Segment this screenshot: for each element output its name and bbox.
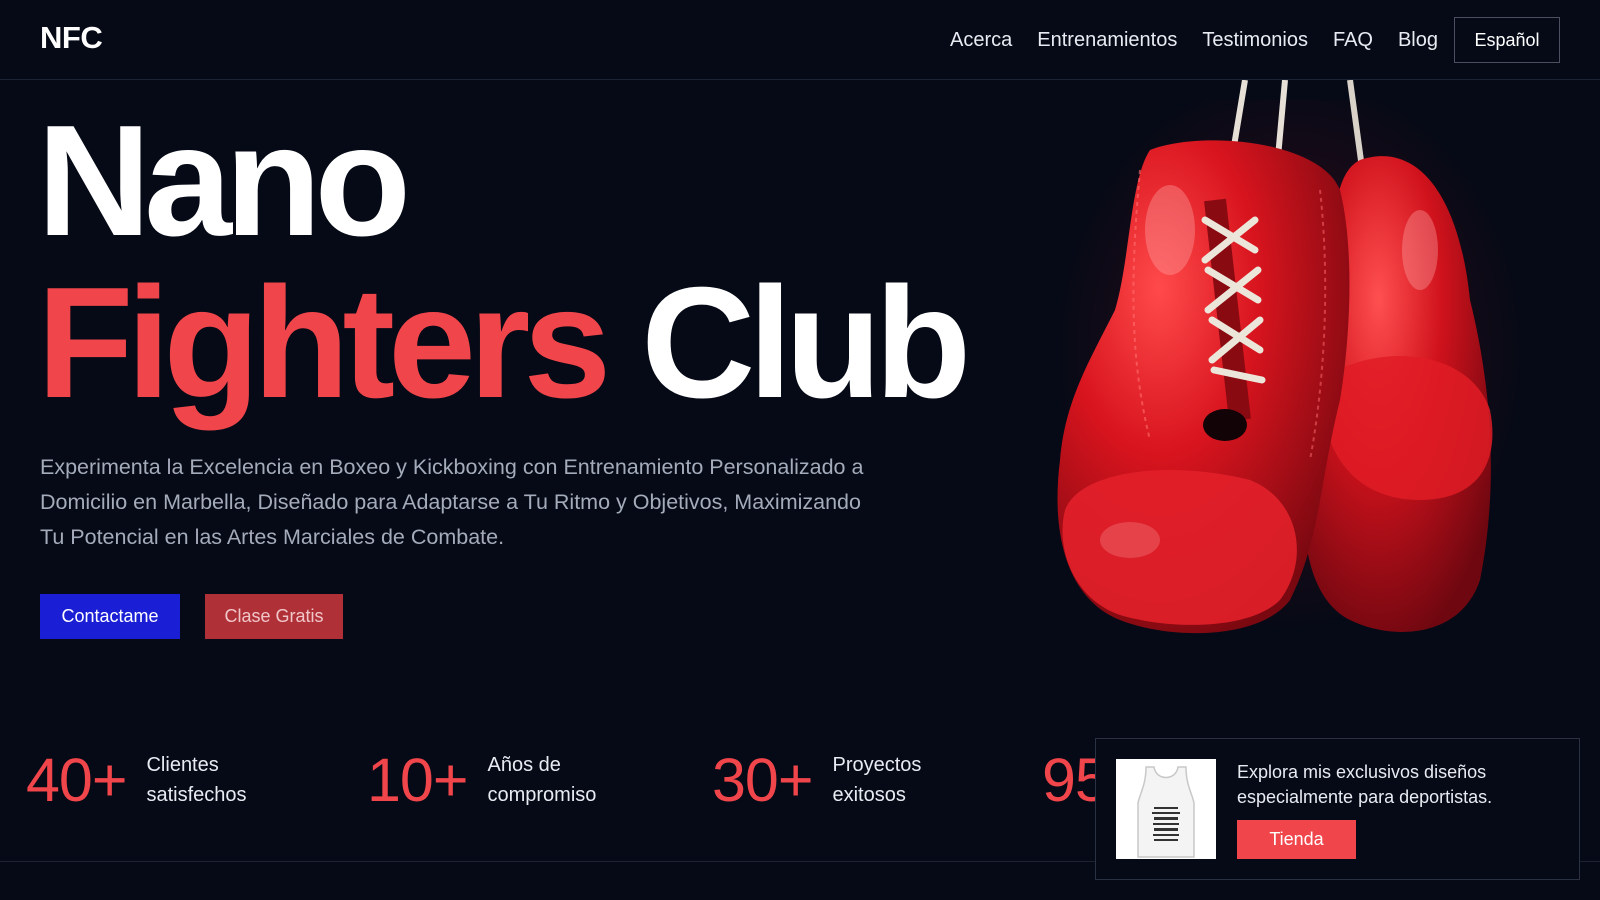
free-class-button[interactable]: Clase Gratis — [205, 594, 343, 639]
contact-button[interactable]: Contactame — [40, 594, 180, 639]
hero-title-line1: Nano — [37, 93, 411, 269]
nav-link-entrenamientos[interactable]: Entrenamientos — [1037, 29, 1177, 52]
stat-years: 10+ Años de compromiso — [367, 745, 647, 815]
hero-title-line2: Fighters Club — [37, 262, 971, 424]
shop-promo-card: Explora mis exclusivos diseños especialm… — [1095, 738, 1580, 880]
hero-title: Nano Fighters Club — [37, 93, 971, 424]
boxing-gloves-image — [1020, 80, 1560, 660]
site-logo[interactable]: NFC — [40, 20, 103, 56]
nav-link-blog[interactable]: Blog — [1398, 29, 1438, 52]
stat-projects: 30+ Proyectos exitosos — [712, 745, 992, 815]
hero-subtitle: Experimenta la Excelencia en Boxeo y Kic… — [40, 455, 864, 549]
stat-label: Años de compromiso — [487, 754, 597, 806]
hero-title-accent: Fighters — [37, 255, 611, 431]
nav-link-testimonios[interactable]: Testimonios — [1202, 29, 1308, 52]
tank-top-image[interactable] — [1116, 759, 1216, 859]
shop-button[interactable]: Tienda — [1237, 820, 1356, 859]
site-header: NFC Acerca Entrenamientos Testimonios FA… — [0, 0, 1600, 80]
hero-title-rest: Club — [641, 255, 971, 431]
language-selector-button[interactable]: Español — [1454, 17, 1560, 63]
stat-value: 10+ — [367, 746, 468, 814]
stat-label: Clientes satisfechos — [146, 754, 247, 806]
promo-text: Explora mis exclusivos diseños especialm… — [1237, 762, 1493, 807]
stat-value: 40+ — [26, 746, 127, 814]
stat-label: Proyectos exitosos — [832, 754, 922, 806]
nav-link-faq[interactable]: FAQ — [1333, 29, 1373, 52]
nav-link-acerca[interactable]: Acerca — [950, 29, 1012, 52]
stat-clients: 40+ Clientes satisfechos — [26, 745, 306, 815]
main-nav: Acerca Entrenamientos Testimonios FAQ Bl… — [925, 17, 1560, 63]
stat-value: 30+ — [712, 746, 813, 814]
